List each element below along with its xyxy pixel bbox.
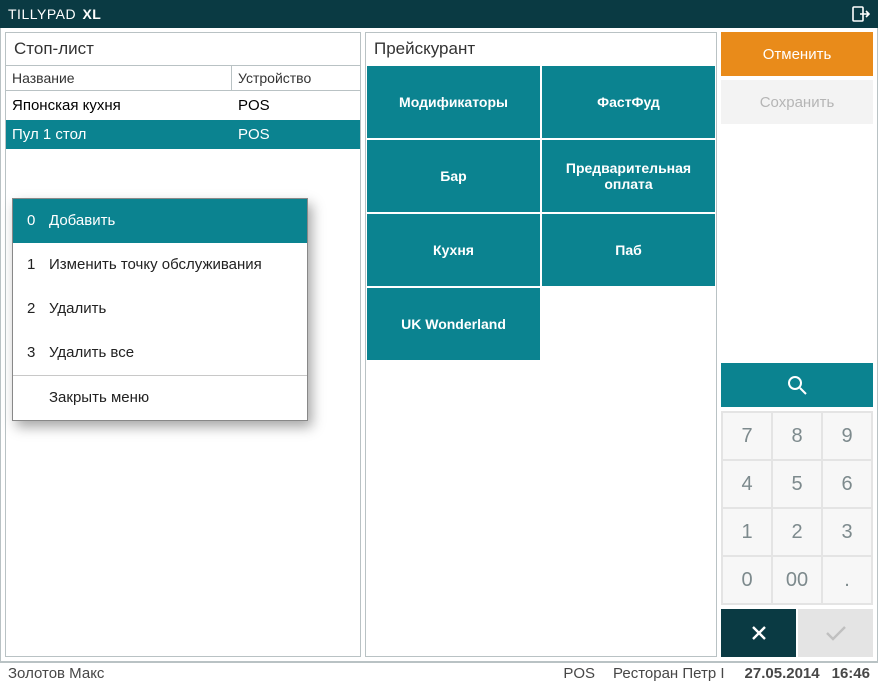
stoplist-header: Название Устройство	[6, 66, 360, 91]
menu-idx: 0	[27, 212, 41, 229]
pricelist-title: Прейскурант	[366, 33, 716, 65]
table-row[interactable]: Пул 1 стол POS	[6, 120, 360, 149]
menu-item-delete[interactable]: 2 Удалить	[13, 287, 307, 331]
key-9[interactable]: 9	[823, 413, 871, 459]
stoplist-title: Стоп-лист	[6, 33, 360, 66]
keypad-confirm-button	[798, 609, 873, 657]
status-location: Ресторан Петр I	[613, 665, 725, 682]
tile-bar[interactable]: Бар	[366, 139, 541, 213]
titlebar: TILLYPAD XL	[0, 0, 878, 28]
category-tiles: Модификаторы ФастФуд Бар Предварительная…	[366, 65, 716, 361]
table-row[interactable]: Японская кухня POS	[6, 91, 360, 120]
key-00[interactable]: 00	[773, 557, 821, 603]
cell-device: POS	[232, 91, 360, 120]
menu-idx: 2	[27, 300, 41, 317]
pricelist-panel: Прейскурант Модификаторы ФастФуд Бар Пре…	[365, 32, 717, 657]
search-button[interactable]	[721, 363, 873, 407]
right-panel: Отменить Сохранить 7 8 9 4 5 6 1 2 3 0 0…	[721, 32, 873, 657]
keypad-clear-button[interactable]	[721, 609, 796, 657]
menu-idx: 3	[27, 344, 41, 361]
cell-name: Японская кухня	[6, 91, 232, 120]
cell-name: Пул 1 стол	[6, 120, 232, 149]
status-user: Золотов Макс	[8, 665, 545, 682]
stoplist-panel: Стоп-лист Название Устройство Японская к…	[5, 32, 361, 657]
tile-prepay[interactable]: Предварительная оплата	[541, 139, 716, 213]
menu-item-add[interactable]: 0 Добавить	[13, 199, 307, 243]
brand-prefix: TILLYPAD	[8, 6, 76, 22]
tile-kitchen[interactable]: Кухня	[366, 213, 541, 287]
brand: TILLYPAD XL	[8, 6, 852, 22]
menu-item-delete-all[interactable]: 3 Удалить все	[13, 331, 307, 375]
menu-label: Изменить точку обслуживания	[49, 256, 262, 273]
status-device: POS	[563, 665, 595, 682]
menu-item-change-location[interactable]: 1 Изменить точку обслуживания	[13, 243, 307, 287]
status-date: 27.05.2014	[745, 665, 820, 682]
key-5[interactable]: 5	[773, 461, 821, 507]
cancel-button[interactable]: Отменить	[721, 32, 873, 76]
key-4[interactable]: 4	[723, 461, 771, 507]
menu-label: Удалить	[49, 300, 106, 317]
tile-fastfood[interactable]: ФастФуд	[541, 65, 716, 139]
key-1[interactable]: 1	[723, 509, 771, 555]
check-icon	[825, 624, 847, 642]
key-7[interactable]: 7	[723, 413, 771, 459]
key-8[interactable]: 8	[773, 413, 821, 459]
brand-suffix: XL	[82, 6, 101, 22]
close-icon	[750, 624, 768, 642]
col-device[interactable]: Устройство	[232, 66, 360, 90]
menu-pointer-icon	[284, 149, 300, 157]
key-6[interactable]: 6	[823, 461, 871, 507]
save-button[interactable]: Сохранить	[721, 80, 873, 124]
statusbar: Золотов Макс POS Ресторан Петр I 27.05.2…	[0, 662, 878, 684]
logout-icon[interactable]	[852, 6, 870, 22]
key-3[interactable]: 3	[823, 509, 871, 555]
menu-label: Добавить	[49, 212, 115, 229]
menu-item-close[interactable]: Закрыть меню	[13, 375, 307, 420]
main-area: Стоп-лист Название Устройство Японская к…	[0, 28, 878, 662]
tile-pab[interactable]: Паб	[541, 213, 716, 287]
search-icon	[786, 374, 808, 396]
tile-modifiers[interactable]: Модификаторы	[366, 65, 541, 139]
cell-device: POS	[232, 120, 360, 149]
tile-uk-wonderland[interactable]: UK Wonderland	[366, 287, 541, 361]
col-name[interactable]: Название	[6, 66, 232, 90]
key-2[interactable]: 2	[773, 509, 821, 555]
menu-label: Закрыть меню	[49, 389, 149, 406]
keypad: 7 8 9 4 5 6 1 2 3 0 00 .	[721, 411, 873, 605]
spacer	[721, 128, 873, 359]
keypad-actions	[721, 609, 873, 657]
menu-label: Удалить все	[49, 344, 134, 361]
menu-idx: 1	[27, 256, 41, 273]
key-0[interactable]: 0	[723, 557, 771, 603]
status-time: 16:46	[832, 665, 870, 682]
key-dot[interactable]: .	[823, 557, 871, 603]
context-menu: 0 Добавить 1 Изменить точку обслуживания…	[12, 198, 308, 421]
